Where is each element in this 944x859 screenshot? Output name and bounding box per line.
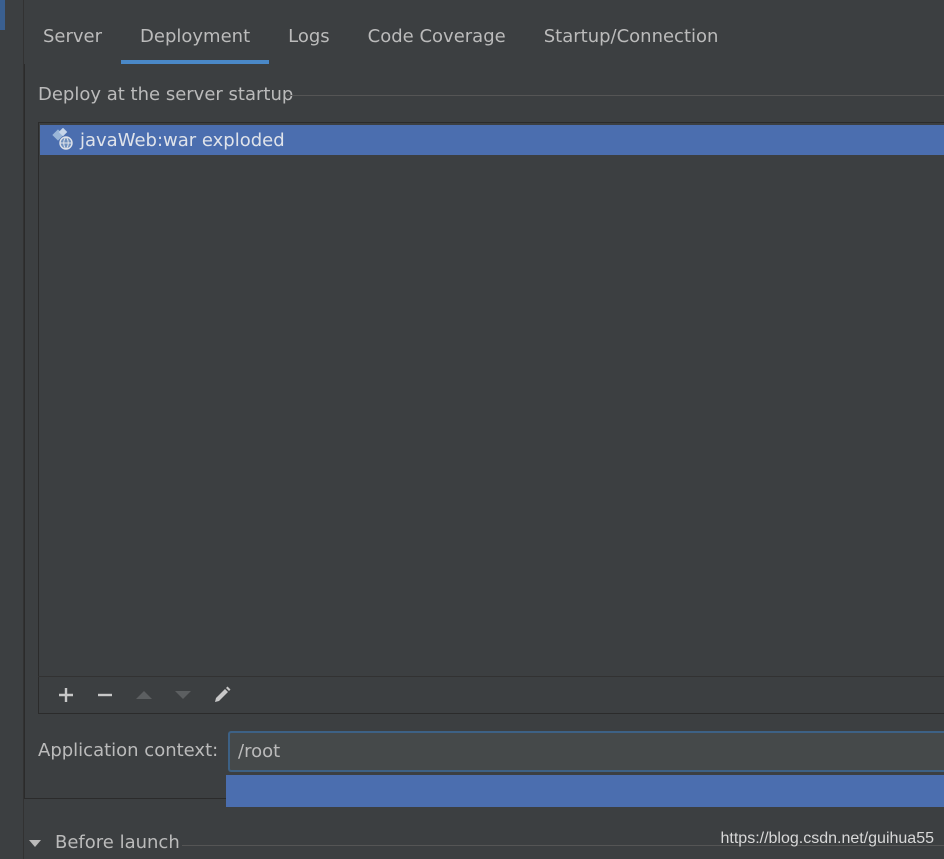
move-up-button[interactable] [124, 680, 163, 710]
plus-icon [58, 688, 73, 702]
tab-code-coverage[interactable]: Code Coverage [349, 14, 525, 64]
arrow-down-icon [174, 691, 191, 699]
list-item-label: javaWeb:war exploded [80, 129, 285, 151]
left-rail-accent [0, 0, 5, 30]
deployment-panel: Deploy at the server startup javaWeb:war… [24, 64, 944, 799]
tab-logs[interactable]: Logs [269, 14, 349, 64]
artifact-web-icon [52, 127, 76, 152]
watermark: https://blog.csdn.net/guihua55 [720, 830, 935, 847]
tab-bar: Server Deployment Logs Code Coverage Sta… [24, 14, 944, 64]
deploy-artifact-list[interactable]: javaWeb:war exploded [38, 122, 944, 714]
before-launch-toggle[interactable]: Before launch [28, 832, 180, 853]
deploy-group-title: Deploy at the server startup [38, 84, 294, 105]
tab-startup-connection[interactable]: Startup/Connection [525, 14, 738, 64]
application-context-input[interactable] [228, 731, 944, 772]
add-button[interactable] [46, 680, 85, 710]
tab-server[interactable]: Server [24, 14, 121, 64]
arrow-up-icon [135, 691, 152, 699]
list-item[interactable]: javaWeb:war exploded [40, 125, 944, 155]
list-toolbar [38, 676, 944, 713]
tab-deployment[interactable]: Deployment [121, 14, 270, 64]
left-rail [0, 0, 24, 859]
autocomplete-popup[interactable] [226, 775, 944, 807]
remove-button[interactable] [85, 680, 124, 710]
pencil-icon [214, 686, 230, 702]
application-context-label: Application context: [38, 740, 219, 761]
group-divider [287, 95, 944, 96]
triangle-down-icon [29, 839, 41, 847]
edit-button[interactable] [202, 680, 241, 710]
minus-icon [97, 693, 112, 697]
before-launch-label: Before launch [55, 832, 180, 853]
move-down-button[interactable] [163, 680, 202, 710]
